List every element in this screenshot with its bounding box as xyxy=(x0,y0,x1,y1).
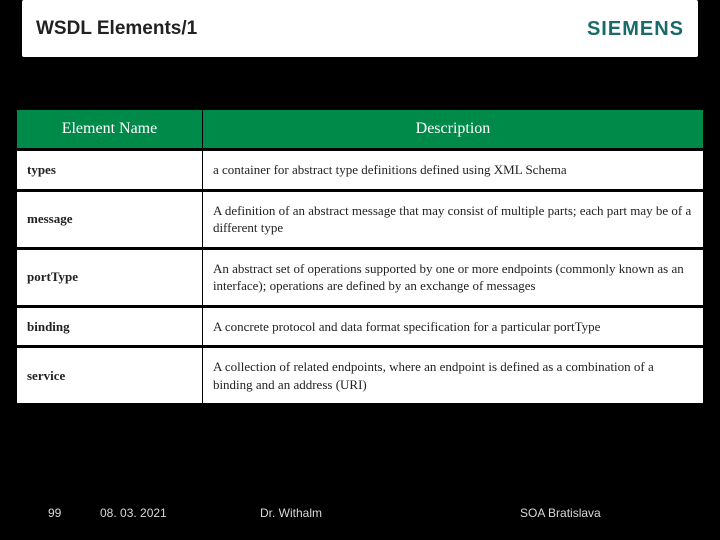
wsdl-elements-table: Element Name Description types a contain… xyxy=(16,107,704,406)
footer-author: Dr. Withalm xyxy=(260,506,520,520)
brand-logo: SIEMENS xyxy=(587,18,684,41)
table-row: types a container for abstract type defi… xyxy=(17,151,703,189)
column-header-description: Description xyxy=(203,110,703,148)
table-row: portType An abstract set of operations s… xyxy=(17,250,703,305)
element-desc: a container for abstract type definition… xyxy=(203,151,703,189)
footer: 99 08. 03. 2021 Dr. Withalm SOA Bratisla… xyxy=(0,506,720,520)
element-name: message xyxy=(17,192,202,247)
table-row: service A collection of related endpoint… xyxy=(17,348,703,403)
element-desc: An abstract set of operations supported … xyxy=(203,250,703,305)
element-desc: A concrete protocol and data format spec… xyxy=(203,308,703,346)
table: Element Name Description types a contain… xyxy=(16,107,704,406)
element-name: binding xyxy=(17,308,202,346)
footer-date: 08. 03. 2021 xyxy=(100,506,260,520)
table-row: binding A concrete protocol and data for… xyxy=(17,308,703,346)
column-header-element-name: Element Name xyxy=(17,110,202,148)
footer-place: SOA Bratislava xyxy=(520,506,672,520)
slide-title: WSDL Elements/1 xyxy=(36,18,197,40)
slide: WSDL Elements/1 SIEMENS Element Name Des… xyxy=(0,0,720,540)
element-name: portType xyxy=(17,250,202,305)
element-name: types xyxy=(17,151,202,189)
element-desc: A collection of related endpoints, where… xyxy=(203,348,703,403)
table-row: message A definition of an abstract mess… xyxy=(17,192,703,247)
table-header-row: Element Name Description xyxy=(17,110,703,148)
element-desc: A definition of an abstract message that… xyxy=(203,192,703,247)
element-name: service xyxy=(17,348,202,403)
title-bar: WSDL Elements/1 SIEMENS xyxy=(22,0,698,57)
page-number: 99 xyxy=(48,506,100,520)
